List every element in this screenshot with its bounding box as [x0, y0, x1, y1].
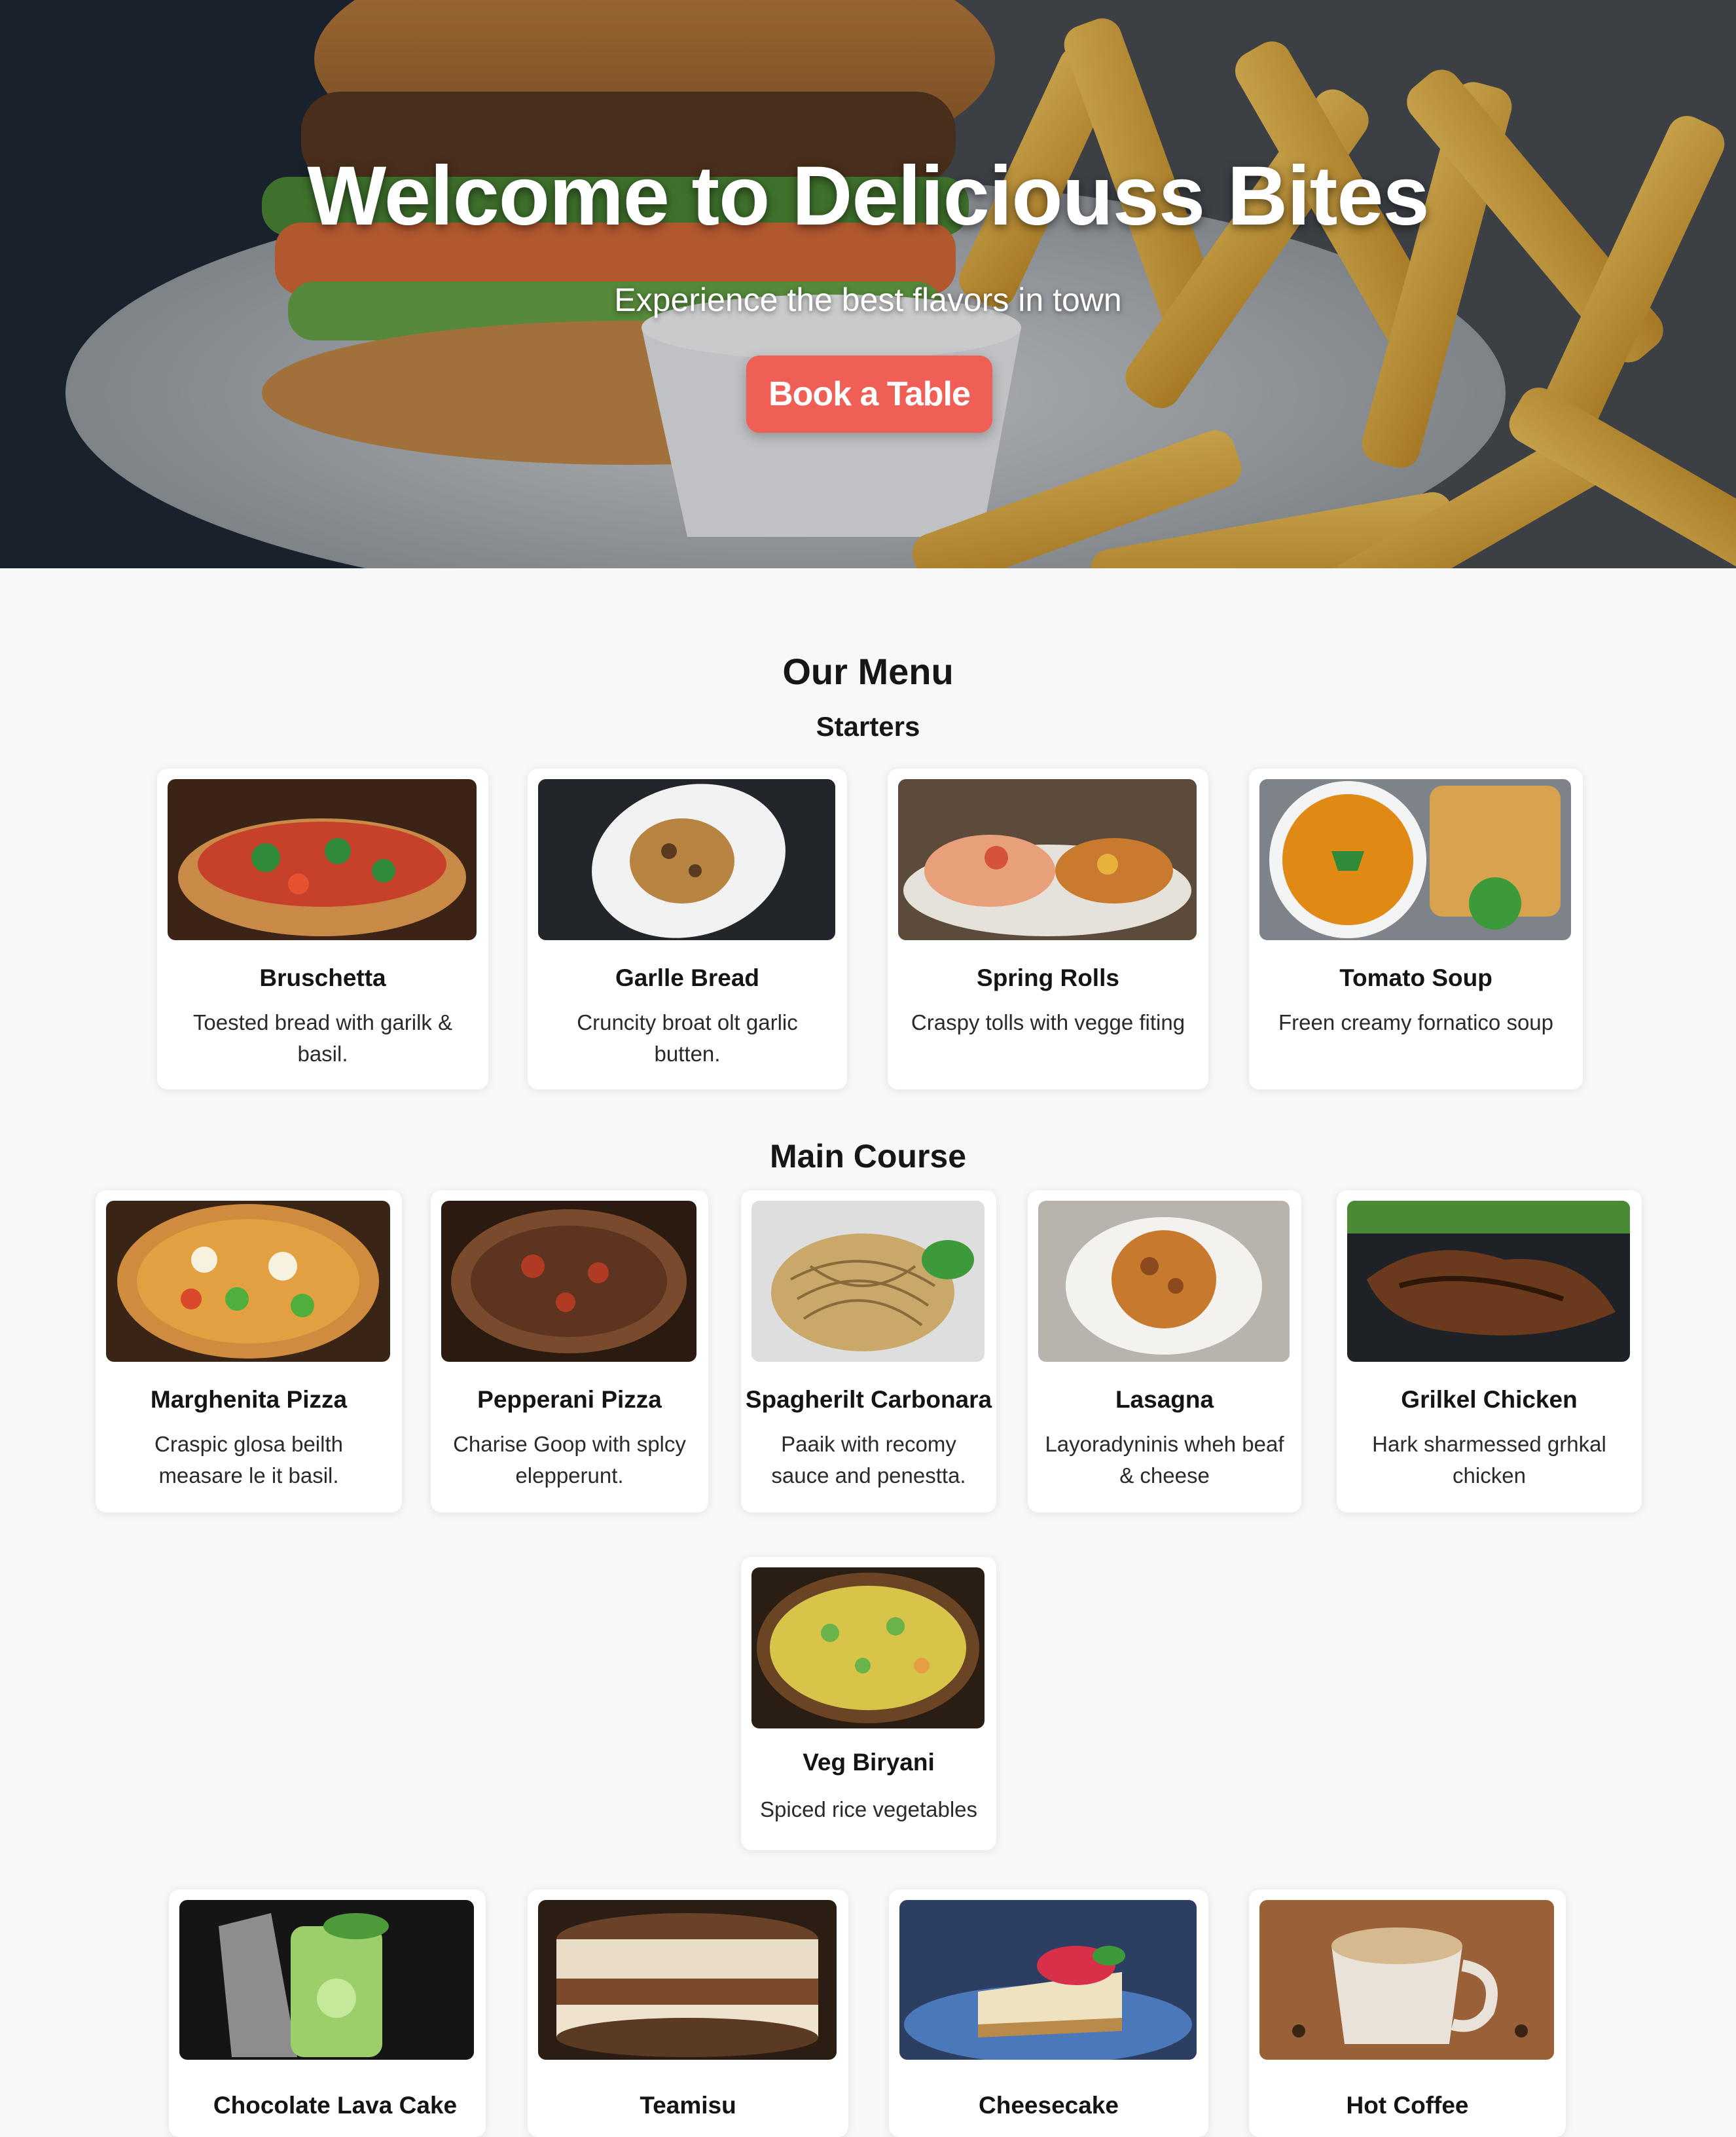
hero-banner: Welcome to Deliciouss Bites Experience t… — [0, 0, 1736, 568]
margherita-pizza-image — [106, 1201, 390, 1362]
card-name: Veg Biryani — [803, 1749, 935, 1776]
grilled-chicken-image — [1347, 1201, 1630, 1362]
card-description: Craspy tolls with vegge fiting — [911, 1010, 1185, 1034]
garlic-bread-image — [538, 779, 835, 940]
section-title-main-course: Main Course — [769, 1138, 967, 1175]
card-name: Garlle Bread — [615, 964, 760, 991]
menu-card-tomato-soup[interactable]: Tomato Soup Freen creamy fornatico soup — [1249, 769, 1583, 1089]
menu-card-spring-rolls[interactable]: Spring Rolls Craspy tolls with vegge fit… — [888, 769, 1208, 1089]
menu-card-lasagna[interactable]: Lasagna Layoradyninis wheh beaf & cheese — [1028, 1190, 1301, 1512]
card-name: Cheesecake — [979, 2092, 1119, 2119]
card-name: Lasagna — [1115, 1386, 1214, 1413]
card-description: Charise Goop with splcy elepperunt. — [453, 1432, 686, 1488]
card-name: Marghenita Pizza — [150, 1386, 348, 1413]
menu-card-tiramisu[interactable]: Teamisu — [528, 1890, 848, 2137]
veg-biryani-image — [751, 1567, 985, 1728]
card-name: Teamisu — [640, 2092, 736, 2119]
card-name: Pepperani Pizza — [477, 1386, 662, 1413]
spaghetti-carbonara-image — [751, 1201, 985, 1362]
card-description: Layoradyninis wheh beaf & cheese — [1045, 1432, 1284, 1488]
chocolate-lava-cake-image — [179, 1900, 474, 2060]
card-description: Craspic glosa beilth measare le it basil… — [154, 1432, 343, 1488]
menu-card-bruschetta[interactable]: Bruschetta Toested bread with garilk & b… — [157, 769, 488, 1089]
cheesecake-image — [899, 1900, 1197, 2060]
menu-card-margherita-pizza[interactable]: Marghenita Pizza Craspic glosa beilth me… — [96, 1190, 402, 1512]
card-description: Hark sharmessed grhkal chicken — [1372, 1432, 1606, 1488]
book-table-button[interactable]: Book a Table — [746, 356, 992, 433]
tomato-soup-image — [1259, 779, 1571, 940]
card-description: Spiced rice vegetables — [759, 1797, 978, 1821]
card-name: Chocolate Lava Cake — [213, 2092, 458, 2119]
menu-card-spaghetti-carbonara[interactable]: Spagherilt Carbonara Paaik with recomy s… — [741, 1190, 996, 1512]
menu-card-chocolate-lava-cake[interactable]: Chocolate Lava Cake — [169, 1890, 486, 2137]
card-name: Bruschetta — [259, 964, 386, 991]
card-name: Grilkel Chicken — [1401, 1386, 1578, 1413]
hot-coffee-image — [1259, 1900, 1554, 2060]
card-description: Toested bread with garilk & basil. — [192, 1010, 453, 1066]
card-name: Tomato Soup — [1339, 964, 1492, 991]
card-name: Spring Rolls — [977, 964, 1119, 991]
menu-card-cheesecake[interactable]: Cheesecake — [889, 1890, 1208, 2137]
hero-title: Welcome to Deliciouss Bites — [307, 149, 1429, 243]
spring-rolls-image — [898, 779, 1197, 940]
menu-title: Our Menu — [782, 651, 954, 692]
card-description: Freen creamy fornatico soup — [1278, 1010, 1554, 1034]
menu-card-veg-biryani[interactable]: Veg Biryani Spiced rice vegetables — [741, 1557, 996, 1850]
card-name: Spagherilt Carbonara — [745, 1386, 992, 1413]
menu-card-grilled-chicken[interactable]: Grilkel Chicken Hark sharmessed grhkal c… — [1337, 1190, 1642, 1512]
bruschetta-image — [168, 779, 477, 940]
menu-card-garlic-bread[interactable]: Garlle Bread Cruncity broat olt garlic b… — [528, 769, 847, 1089]
section-title-starters: Starters — [816, 711, 920, 742]
pepperoni-pizza-image — [441, 1201, 696, 1362]
lasagna-image — [1038, 1201, 1290, 1362]
hero-subtitle: Experience the best flavors in town — [614, 282, 1122, 318]
card-description: Cruncity broat olt garlic butten. — [577, 1010, 798, 1066]
menu-card-hot-coffee[interactable]: Hot Coffee — [1249, 1890, 1566, 2137]
tiramisu-image — [538, 1900, 837, 2060]
menu-card-pepperoni-pizza[interactable]: Pepperani Pizza Charise Goop with splcy … — [431, 1190, 708, 1512]
card-description: Paaik with recomy sauce and penestta. — [771, 1432, 966, 1488]
card-name: Hot Coffee — [1346, 2092, 1469, 2119]
